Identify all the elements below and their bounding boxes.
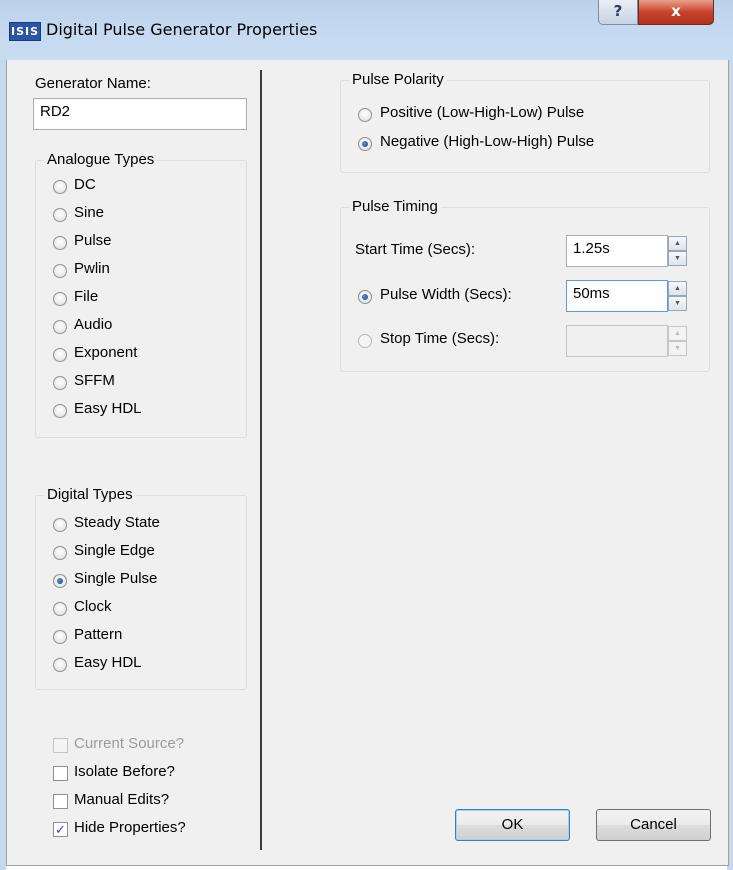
radio-analogue-dc[interactable] bbox=[53, 180, 67, 194]
radio-analogue-pulse[interactable] bbox=[53, 236, 67, 250]
isolate-before-label: Isolate Before? bbox=[74, 763, 175, 780]
title-bar: ISIS Digital Pulse Generator Properties … bbox=[0, 0, 733, 61]
analogue-sffm-label: SFFM bbox=[74, 372, 115, 389]
pulse-polarity-title: Pulse Polarity bbox=[349, 71, 447, 88]
pulse-width-spinner[interactable]: ▲ ▼ bbox=[668, 281, 687, 311]
radio-analogue-audio[interactable] bbox=[53, 320, 67, 334]
analogue-sine-label: Sine bbox=[74, 204, 105, 221]
radio-negative-pulse[interactable] bbox=[358, 137, 372, 151]
analogue-exponent-label: Exponent bbox=[74, 344, 138, 361]
ok-button[interactable]: OK bbox=[455, 809, 570, 841]
radio-pulse-width[interactable] bbox=[358, 290, 372, 304]
pulse-width-label: Pulse Width (Secs): bbox=[380, 286, 512, 303]
stop-time-label: Stop Time (Secs): bbox=[380, 330, 500, 347]
spin-down-icon[interactable]: ▼ bbox=[668, 251, 687, 266]
close-icon: x bbox=[671, 2, 681, 20]
spin-up-icon[interactable]: ▲ bbox=[668, 281, 687, 296]
radio-digital-pattern[interactable] bbox=[53, 630, 67, 644]
generator-name-input[interactable]: RD2 bbox=[33, 98, 247, 130]
spin-down-icon[interactable]: ▼ bbox=[668, 296, 687, 311]
digital-steady-state-label: Steady State bbox=[74, 514, 160, 531]
window-title: Digital Pulse Generator Properties bbox=[46, 20, 318, 39]
spin-up-icon[interactable]: ▲ bbox=[668, 236, 687, 251]
radio-analogue-pwlin[interactable] bbox=[53, 264, 67, 278]
analogue-dc-label: DC bbox=[74, 176, 96, 193]
help-button[interactable]: ? bbox=[598, 0, 638, 25]
negative-pulse-label: Negative (High-Low-High) Pulse bbox=[380, 133, 595, 150]
manual-edits-label: Manual Edits? bbox=[74, 791, 170, 808]
digital-easy-hdl-label: Easy HDL bbox=[74, 654, 142, 671]
pulse-polarity-group: Pulse Polarity bbox=[340, 71, 710, 173]
current-source-checkbox[interactable] bbox=[53, 738, 68, 753]
radio-positive-pulse[interactable] bbox=[358, 108, 372, 122]
radio-analogue-easy-hdl[interactable] bbox=[53, 404, 67, 418]
analogue-easy-hdl-label: Easy HDL bbox=[74, 400, 142, 417]
analogue-pulse-label: Pulse bbox=[74, 232, 112, 249]
close-button[interactable]: x bbox=[638, 0, 714, 25]
radio-analogue-exponent[interactable] bbox=[53, 348, 67, 362]
cancel-button[interactable]: Cancel bbox=[596, 809, 711, 841]
radio-digital-single-edge[interactable] bbox=[53, 546, 67, 560]
hide-properties-checkbox[interactable]: ✓ bbox=[53, 822, 68, 837]
radio-digital-steady-state[interactable] bbox=[53, 518, 67, 532]
analogue-file-label: File bbox=[74, 288, 99, 305]
analogue-pwlin-label: Pwlin bbox=[74, 260, 110, 277]
start-time-input[interactable]: 1.25s bbox=[566, 235, 668, 267]
hide-properties-label: Hide Properties? bbox=[74, 819, 186, 836]
radio-analogue-sffm[interactable] bbox=[53, 376, 67, 390]
pulse-width-input[interactable]: 50ms bbox=[566, 280, 668, 312]
radio-analogue-file[interactable] bbox=[53, 292, 67, 306]
digital-types-title: Digital Types bbox=[44, 486, 136, 503]
digital-single-pulse-label: Single Pulse bbox=[74, 570, 158, 587]
digital-single-edge-label: Single Edge bbox=[74, 542, 155, 559]
positive-pulse-label: Positive (Low-High-Low) Pulse bbox=[380, 104, 585, 121]
question-icon: ? bbox=[613, 2, 623, 20]
digital-pattern-label: Pattern bbox=[74, 626, 123, 643]
spin-down-icon[interactable]: ▼ bbox=[668, 341, 687, 356]
radio-digital-clock[interactable] bbox=[53, 602, 67, 616]
checkmark-icon: ✓ bbox=[55, 822, 66, 837]
digital-clock-label: Clock bbox=[74, 598, 112, 615]
radio-stop-time[interactable] bbox=[358, 334, 372, 348]
start-time-spinner[interactable]: ▲ ▼ bbox=[668, 236, 687, 266]
manual-edits-checkbox[interactable] bbox=[53, 794, 68, 809]
spin-up-icon[interactable]: ▲ bbox=[668, 326, 687, 341]
pulse-timing-title: Pulse Timing bbox=[349, 198, 441, 215]
app-logo-icon: ISIS bbox=[9, 22, 41, 41]
radio-analogue-sine[interactable] bbox=[53, 208, 67, 222]
radio-digital-easy-hdl[interactable] bbox=[53, 658, 67, 672]
stop-time-input[interactable] bbox=[566, 325, 668, 357]
vertical-divider bbox=[260, 70, 262, 850]
analogue-audio-label: Audio bbox=[74, 316, 113, 333]
generator-name-label: Generator Name: bbox=[35, 75, 151, 92]
radio-digital-single-pulse[interactable] bbox=[53, 574, 67, 588]
current-source-label: Current Source? bbox=[74, 735, 185, 752]
stop-time-spinner[interactable]: ▲ ▼ bbox=[668, 326, 687, 356]
isolate-before-checkbox[interactable] bbox=[53, 766, 68, 781]
analogue-types-title: Analogue Types bbox=[44, 151, 158, 168]
start-time-label: Start Time (Secs): bbox=[355, 241, 476, 258]
